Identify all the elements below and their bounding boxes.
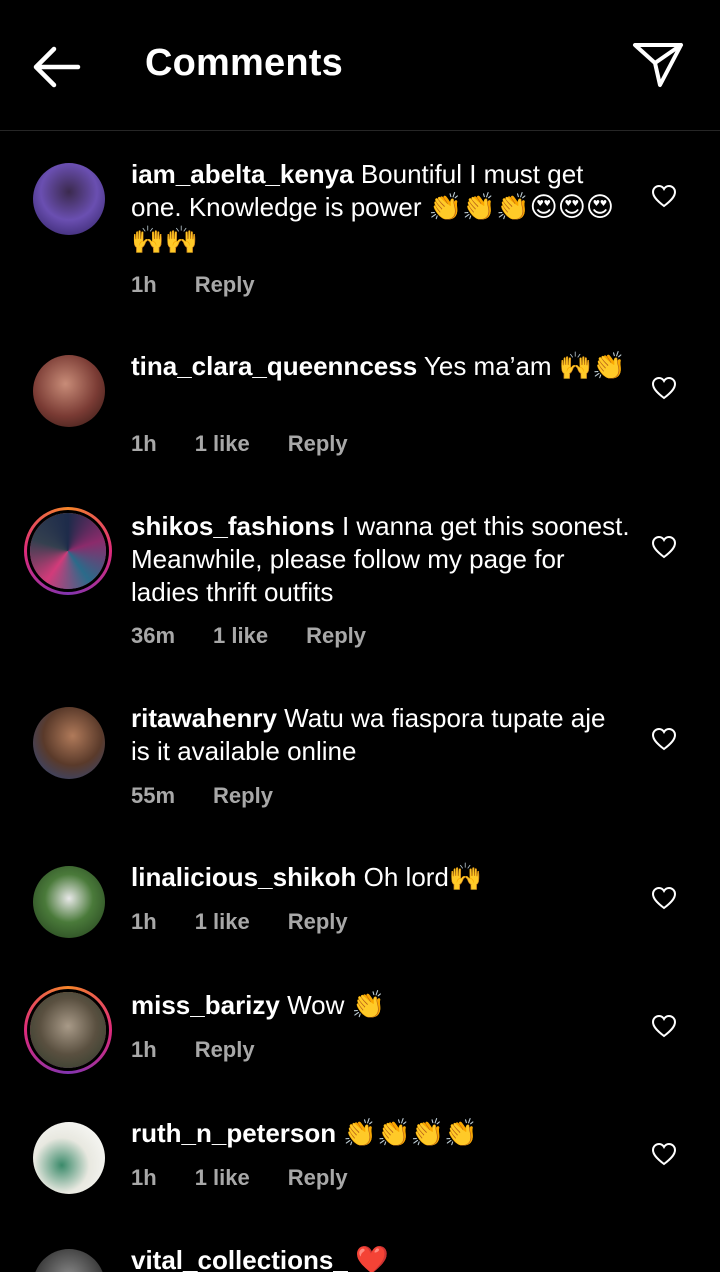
comment-time: 1h [131, 1165, 157, 1190]
top-bar: Comments [0, 0, 720, 131]
avatar[interactable] [33, 1249, 105, 1272]
reply-button[interactable]: Reply [288, 431, 348, 456]
comment-username[interactable]: ruth_n_peterson [131, 1118, 336, 1148]
like-heart-icon[interactable] [651, 535, 677, 559]
comment-text: iam_abelta_kenya Bountiful I must get on… [131, 159, 615, 255]
comment-meta: 1h Reply [131, 272, 293, 298]
reply-button[interactable]: Reply [306, 623, 366, 648]
comment-time: 1h [131, 909, 157, 934]
comment-time: 36m [131, 623, 176, 648]
avatar[interactable] [33, 866, 105, 938]
reply-button[interactable]: Reply [195, 1037, 255, 1062]
avatar-story-ring[interactable] [24, 986, 112, 1074]
comment-username[interactable]: iam_abelta_kenya [131, 159, 354, 189]
comment-text: ritawahenry Watu wa fiaspora tupate aje … [131, 703, 606, 766]
comment-meta: 1h 1 like Reply [131, 909, 386, 935]
avatar-story-ring[interactable] [24, 507, 112, 595]
like-count[interactable]: 1 like [213, 623, 268, 648]
comment-text: ruth_n_peterson 👏👏👏👏 [131, 1118, 478, 1148]
reply-button[interactable]: Reply [288, 1165, 348, 1190]
comment-username[interactable]: vital_collections_ [131, 1245, 348, 1272]
like-count[interactable]: 1 like [195, 1165, 250, 1190]
avatar[interactable] [33, 707, 105, 779]
comment-meta: 1h 1 like Reply [131, 1165, 386, 1191]
comment-time: 1h [131, 272, 157, 297]
like-heart-icon[interactable] [651, 1142, 677, 1166]
like-count[interactable]: 1 like [195, 909, 250, 934]
comment-text: linalicious_shikoh Oh lord🙌 [131, 862, 483, 892]
comment-text: miss_barizy Wow 👏 [131, 990, 386, 1020]
avatar[interactable] [33, 1122, 105, 1194]
comment-time: 1h [131, 1037, 157, 1062]
page-title: Comments [145, 42, 343, 84]
back-arrow-icon[interactable] [30, 44, 82, 90]
comment-text: tina_clara_queenncess Yes ma’am 🙌👏 [131, 351, 627, 381]
like-heart-icon[interactable] [651, 727, 677, 751]
avatar[interactable] [33, 355, 105, 427]
comment-username[interactable]: shikos_fashions [131, 511, 335, 541]
comment-time: 55m [131, 783, 176, 808]
comment-meta: 1h Reply [131, 1037, 293, 1063]
comment-username[interactable]: linalicious_shikoh [131, 862, 356, 892]
reply-button[interactable]: Reply [288, 909, 348, 934]
comment-item: vital_collections_ ❤️ [0, 1244, 720, 1272]
comment-text: vital_collections_ ❤️ [131, 1244, 631, 1272]
comment-username[interactable]: ritawahenry [131, 703, 277, 733]
avatar[interactable] [33, 163, 105, 235]
like-heart-icon[interactable] [651, 1014, 677, 1038]
like-heart-icon[interactable] [651, 376, 677, 400]
avatar [30, 513, 106, 589]
comment-username[interactable]: tina_clara_queenncess [131, 351, 417, 381]
reply-button[interactable]: Reply [213, 783, 273, 808]
comment-meta: 1h 1 like Reply [131, 431, 386, 457]
like-count[interactable]: 1 like [195, 431, 250, 456]
avatar [30, 992, 106, 1068]
send-direct-icon[interactable] [630, 40, 686, 90]
like-heart-icon[interactable] [651, 184, 677, 208]
comment-time: 1h [131, 431, 157, 456]
comment-meta: 36m 1 like Reply [131, 623, 404, 649]
like-heart-icon[interactable] [651, 886, 677, 910]
comment-meta: 55m Reply [131, 783, 311, 809]
reply-button[interactable]: Reply [195, 272, 255, 297]
comment-username[interactable]: miss_barizy [131, 990, 280, 1020]
comment-text: shikos_fashions I wanna get this soonest… [131, 511, 630, 607]
